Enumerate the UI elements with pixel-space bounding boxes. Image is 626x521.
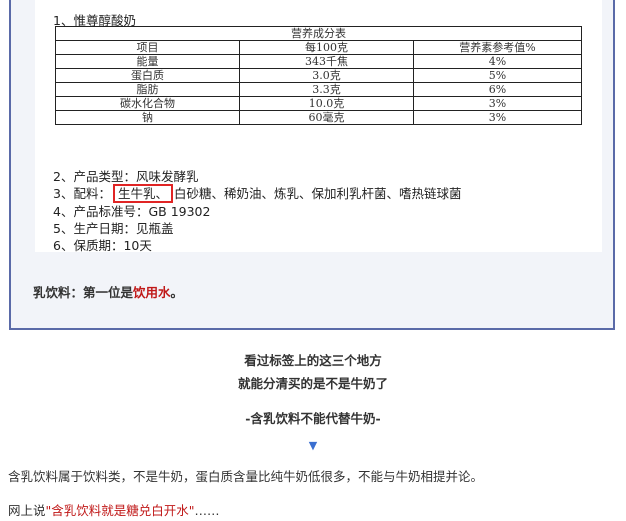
down-triangle-icon: ▼ — [308, 439, 318, 452]
table-row: 钠 60毫克 3% — [55, 110, 582, 125]
article-line-2: 就能分清买的是不是牛奶了 — [237, 376, 388, 391]
row-fat-name: 脂肪 — [55, 82, 240, 97]
nutrition-table-caption-row: 营养成分表 — [55, 26, 582, 41]
row-sodium-nrv: 3% — [413, 110, 582, 125]
header-nrv: 营养素参考值% — [413, 40, 582, 55]
ingredients-prefix: 3、配料： — [53, 186, 111, 201]
header-item: 项目 — [55, 40, 240, 55]
panel-caption: 乳饮料：第一位是饮用水。 — [33, 282, 183, 301]
ingredients-line: 3、配料： 生牛乳、 白砂糖、稀奶油、炼乳、保加利乳杆菌、嗜热链球菌 — [53, 183, 462, 203]
row-protein-nrv: 5% — [413, 68, 582, 83]
panel-caption-suffix: 。 — [170, 285, 184, 300]
shelf-life-line: 6、保质期：10天 — [53, 238, 152, 253]
row-fat-nrv: 6% — [413, 82, 582, 97]
product-label-document: 1、惟尊醇酸奶 营养成分表 项目 每100克 营养素参考值% 能量 343千焦 … — [35, 0, 602, 253]
row-protein-name: 蛋白质 — [55, 68, 240, 83]
row-carb-name: 碳水化合物 — [55, 96, 240, 111]
row-sodium-name: 钠 — [55, 110, 240, 125]
table-row: 脂肪 3.3克 6% — [55, 82, 582, 97]
label-example-panel: 1、惟尊醇酸奶 营养成分表 项目 每100克 营养素参考值% 能量 343千焦 … — [9, 0, 615, 330]
article-paragraph-1: 含乳饮料属于饮料类，不是牛奶，蛋白质含量比纯牛奶低很多，不能与牛奶相提并论。 — [8, 469, 484, 484]
row-carb-nrv: 3% — [413, 96, 582, 111]
ingredients-rest: 白砂糖、稀奶油、炼乳、保加利乳杆菌、嗜热链球菌 — [173, 186, 462, 201]
header-per100g: 每100克 — [239, 40, 414, 55]
article-line-1: 看过标签上的这三个地方 — [244, 353, 382, 368]
row-sodium-value: 60毫克 — [239, 110, 414, 125]
table-row: 碳水化合物 10.0克 3% — [55, 96, 582, 111]
row-energy-value: 343千焦 — [239, 54, 414, 69]
article-paragraph-2: 网上说"含乳饮料就是糖兑白开水"…… — [8, 500, 220, 519]
paragraph-2-suffix: …… — [194, 503, 220, 518]
table-row: 能量 343千焦 4% — [55, 54, 582, 69]
row-fat-value: 3.3克 — [239, 82, 414, 97]
nutrition-table: 营养成分表 项目 每100克 营养素参考值% 能量 343千焦 4% 蛋白质 3… — [55, 26, 582, 125]
row-carb-value: 10.0克 — [239, 96, 414, 111]
section-subheading: -含乳饮料不能代替牛奶- — [245, 411, 381, 426]
panel-caption-prefix: 乳饮料：第一位是 — [33, 285, 134, 300]
row-protein-value: 3.0克 — [239, 68, 414, 83]
nutrition-table-caption: 营养成分表 — [55, 26, 582, 41]
paragraph-2-highlight: "含乳饮料就是糖兑白开水" — [45, 503, 195, 518]
panel-caption-highlight: 饮用水 — [133, 285, 171, 300]
nutrition-table-header-row: 项目 每100克 营养素参考值% — [55, 40, 582, 55]
row-energy-nrv: 4% — [413, 54, 582, 69]
row-energy-name: 能量 — [55, 54, 240, 69]
table-row: 蛋白质 3.0克 5% — [55, 68, 582, 83]
paragraph-2-prefix: 网上说 — [8, 503, 46, 518]
